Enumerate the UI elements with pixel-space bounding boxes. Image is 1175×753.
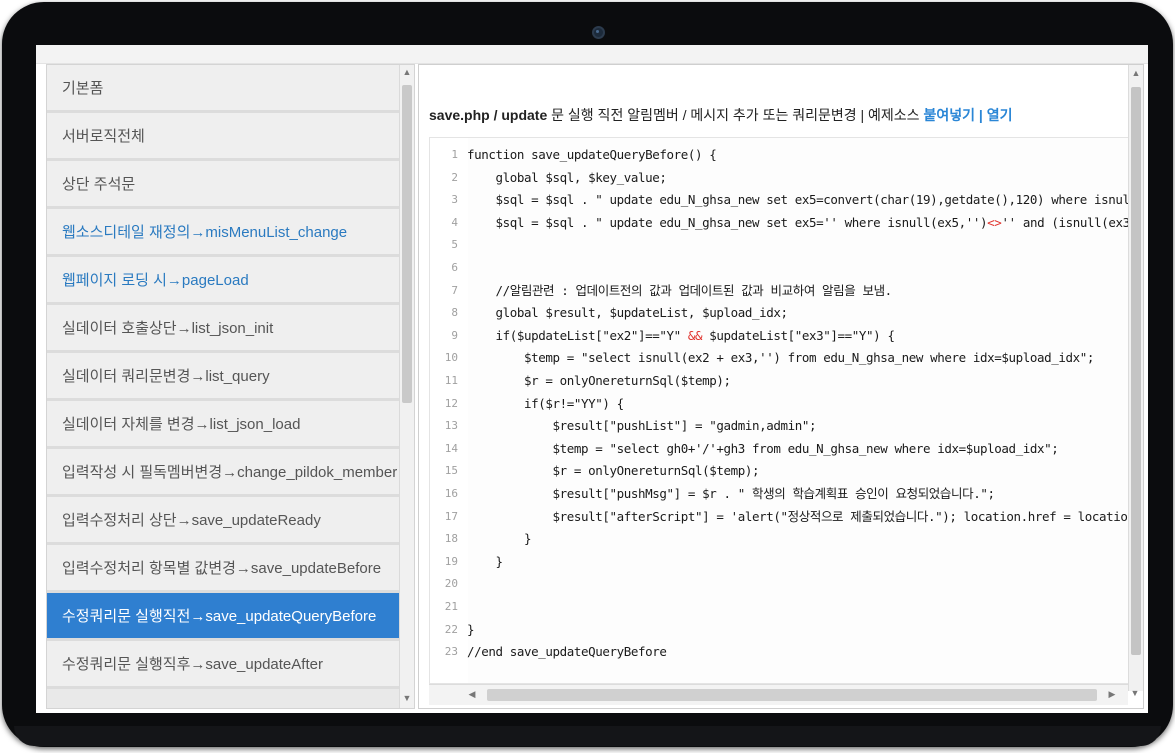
main-panel: save.php / update 문 실행 직전 알림멤버 / 메시지 추가 …	[418, 64, 1144, 709]
sidebar-item[interactable]: 실데이터 호출상단→list_json_init	[47, 305, 399, 353]
line-number: 11	[444, 374, 458, 387]
line-number: 7	[451, 283, 458, 297]
code-text: global $sql, $key_value;	[467, 169, 667, 185]
editor-horizontal-scrollbar[interactable]: ◀ ▶	[429, 684, 1128, 705]
operator: <>	[987, 214, 1002, 230]
sidebar-item[interactable]: 입력수정처리 상단→save_updateReady	[47, 497, 399, 545]
sidebar-item[interactable]: 웹소스디테일 재정의→misMenuList_change	[47, 209, 399, 257]
line-number: 5	[451, 238, 458, 252]
open-link[interactable]: 열기	[987, 107, 1013, 123]
line-number: 16	[444, 487, 458, 500]
heading-desc: 문 실행 직전 알림멤버 / 메시지 추가 또는 쿼리문변경 | 예제소스	[547, 107, 924, 123]
line-number: 1	[451, 148, 458, 161]
sidebar-scroll-thumb[interactable]	[402, 85, 412, 403]
screen: 기본폼 서버로직전체 상단 주석문 웹소스디테일 재정의→misMenuList_ch…	[36, 45, 1148, 713]
laptop-bezel-bottom	[14, 726, 1161, 746]
line-number: 20	[444, 577, 458, 591]
code-text: $result["pushList"] = "gadmin,admin";	[467, 418, 817, 434]
webcam-icon	[592, 26, 605, 39]
line-number: 2	[451, 170, 458, 184]
scroll-left-arrow-icon[interactable]: ◀	[465, 689, 479, 700]
code-text: }	[467, 621, 475, 637]
line-number: 15	[444, 464, 458, 478]
scroll-down-arrow-icon[interactable]: ▼	[1128, 688, 1142, 698]
line-number: 6	[451, 261, 458, 274]
line-number: 21	[444, 600, 458, 613]
sidebar-item[interactable]: 수정쿼리문 실행직전→save_updateQueryBefore	[47, 593, 399, 641]
code-text: $temp = "select gh0+'/'+gh3 from edu_N_g…	[467, 440, 1059, 456]
sidebar-item[interactable]: 웹페이지 로딩 시→pageLoad	[47, 257, 399, 305]
line-number: 4	[451, 215, 458, 229]
code-text: $sql = $sql . " update edu_N_ghsa_new se…	[467, 214, 1133, 230]
line-number: 13	[444, 419, 458, 433]
line-number: 12	[444, 396, 458, 410]
line-number: 18	[444, 532, 458, 546]
line-number: 9	[451, 328, 458, 342]
code-text: //알림관련 : 업데이트전의 값과 업데이트된 값과 비교하여 알림을 보냄.	[467, 282, 893, 298]
sidebar-item[interactable]: 서버로직전체	[47, 113, 399, 161]
code-text: $r = onlyOnereturnSql($temp);	[467, 463, 760, 479]
sidebar-item[interactable]: 상단 주석문	[47, 161, 399, 209]
line-number: 8	[451, 306, 458, 320]
paste-link[interactable]: 붙여넣기	[923, 107, 975, 123]
code-text: $temp = "select isnull(ex2 + ex3,'') fro…	[467, 350, 1095, 366]
scroll-down-arrow-icon[interactable]: ▼	[400, 693, 414, 703]
editor-vscroll-thumb[interactable]	[1131, 87, 1141, 655]
code-text: }	[467, 553, 504, 569]
heading-file: save.php / update	[429, 107, 548, 123]
operator: &&	[687, 327, 703, 343]
sidebar-menu: 기본폼 서버로직전체 상단 주석문 웹소스디테일 재정의→misMenuList_ch…	[47, 65, 399, 689]
line-number: 19	[444, 554, 458, 568]
code-text: //end save_updateQueryBefore	[467, 644, 667, 660]
line-number: 17	[444, 509, 458, 523]
scroll-right-arrow-icon[interactable]: ▶	[1105, 689, 1119, 700]
sidebar-item[interactable]: 기본폼	[47, 65, 399, 113]
sidebar-item[interactable]: 입력작성 시 필독멤버변경→change_pildok_member	[47, 449, 399, 497]
line-number: 23	[444, 645, 458, 659]
code-text: }	[467, 531, 532, 547]
laptop-frame: 기본폼 서버로직전체 상단 주석문 웹소스디테일 재정의→misMenuList_ch…	[0, 0, 1175, 753]
code-text: function save_updateQueryBefore() {	[467, 147, 717, 162]
sidebar-scrollbar[interactable]: ▲ ▼	[399, 65, 414, 708]
editor-hscroll-thumb[interactable]	[487, 689, 1097, 701]
heading-separator: |	[974, 107, 987, 123]
line-number: 3	[451, 193, 458, 207]
line-number: 22	[444, 622, 458, 636]
code-text: $result["pushMsg"] = $r . " 학생의 학습계획표 승인…	[467, 486, 995, 501]
code-text: $sql = $sql . " update edu_N_ghsa_new se…	[467, 192, 1133, 208]
scroll-up-arrow-icon[interactable]: ▲	[1129, 68, 1143, 78]
page-heading: save.php / update 문 실행 직전 알림멤버 / 메시지 추가 …	[429, 105, 1012, 125]
code-text: $r = onlyOnereturnSql($temp);	[467, 373, 731, 388]
sidebar-item[interactable]: 실데이터 쿼리문변경→list_query	[47, 353, 399, 401]
code-editor[interactable]: 1 function save_updateQueryBefore() { 2 gl…	[429, 137, 1133, 684]
sidebar: 기본폼 서버로직전체 상단 주석문 웹소스디테일 재정의→misMenuList_ch…	[46, 64, 415, 709]
code-text: global $result, $updateList, $upload_idx…	[467, 305, 789, 321]
sidebar-item[interactable]: 입력수정처리 항목별 값변경→save_updateBefore	[47, 545, 399, 593]
sidebar-item[interactable]: 수정쿼리문 실행직후→save_updateAfter	[47, 641, 399, 689]
code-text: $result["afterScript"] = 'alert("정상적으로 제…	[467, 508, 1133, 524]
editor-vertical-scrollbar[interactable]: ▲	[1128, 65, 1143, 691]
code-text: if($updateList["ex2"]=="Y" && $updateLis…	[467, 327, 895, 343]
code-text: if($r!="YY") {	[467, 395, 624, 411]
sidebar-item[interactable]: 실데이터 자체를 변경→list_json_load	[47, 401, 399, 449]
line-number: 10	[444, 351, 458, 365]
scroll-up-arrow-icon[interactable]: ▲	[400, 67, 414, 77]
top-strip	[36, 45, 1148, 64]
line-number: 14	[444, 441, 458, 455]
